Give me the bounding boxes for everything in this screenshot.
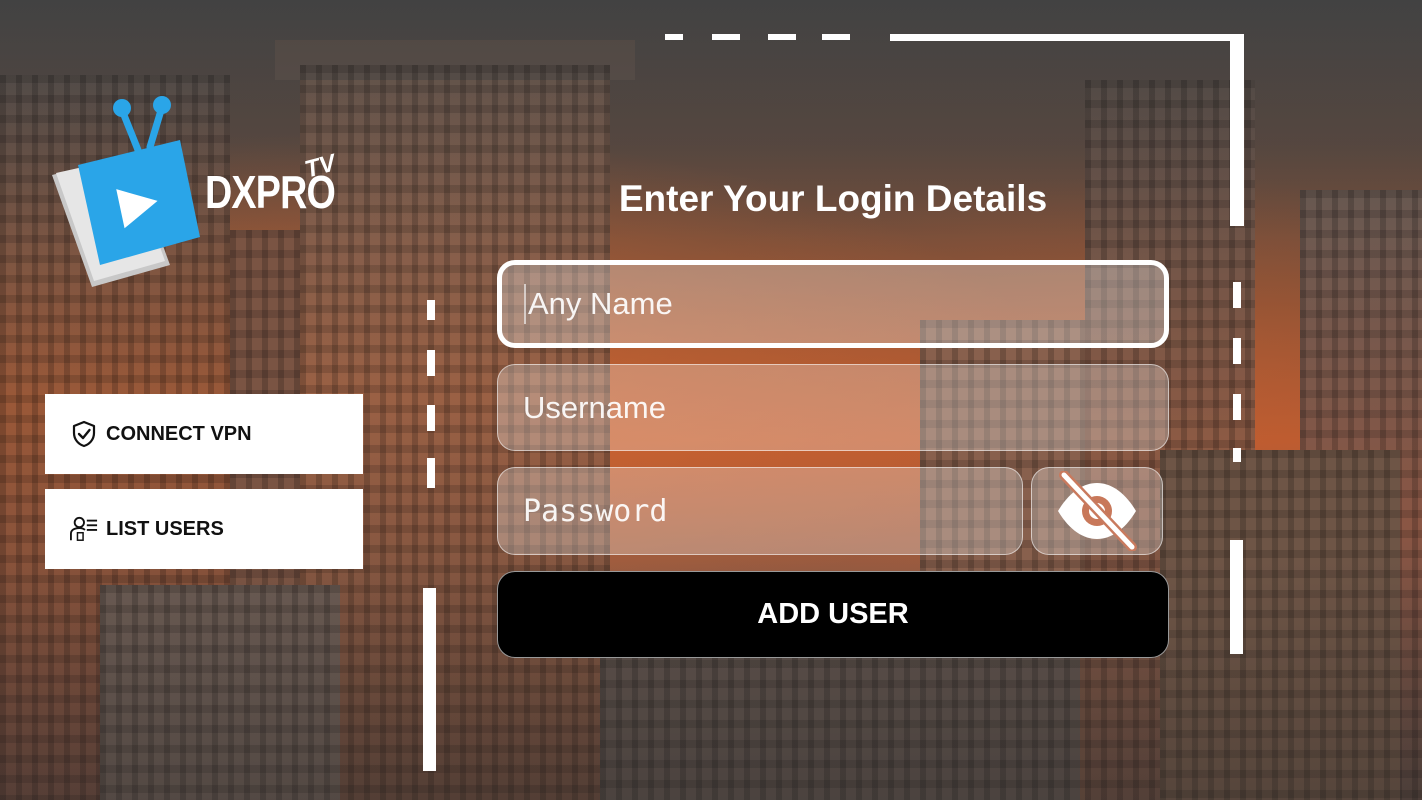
app-logo: DXPRO TV <box>50 95 350 295</box>
users-list-icon <box>70 515 98 543</box>
password-placeholder: Password <box>523 493 668 529</box>
tv-logo-icon <box>52 96 200 287</box>
any-name-placeholder: Any Name <box>528 286 673 321</box>
eye-off-icon <box>1058 471 1137 551</box>
toggle-password-visibility-button[interactable] <box>1031 467 1163 555</box>
password-field[interactable]: Password <box>497 467 1023 555</box>
add-user-label: ADD USER <box>757 598 909 630</box>
add-user-button[interactable]: ADD USER <box>497 571 1169 658</box>
list-users-button[interactable]: LIST USERS <box>45 489 363 569</box>
page-title: Enter Your Login Details <box>618 178 1048 219</box>
any-name-field[interactable]: Any Name <box>497 260 1169 348</box>
text-caret <box>524 284 526 324</box>
connect-vpn-button[interactable]: CONNECT VPN <box>45 394 363 474</box>
username-field[interactable]: Username <box>497 364 1169 451</box>
connect-vpn-label: CONNECT VPN <box>106 422 252 445</box>
username-placeholder: Username <box>523 389 666 425</box>
shield-check-icon <box>70 420 98 448</box>
list-users-label: LIST USERS <box>106 517 224 540</box>
